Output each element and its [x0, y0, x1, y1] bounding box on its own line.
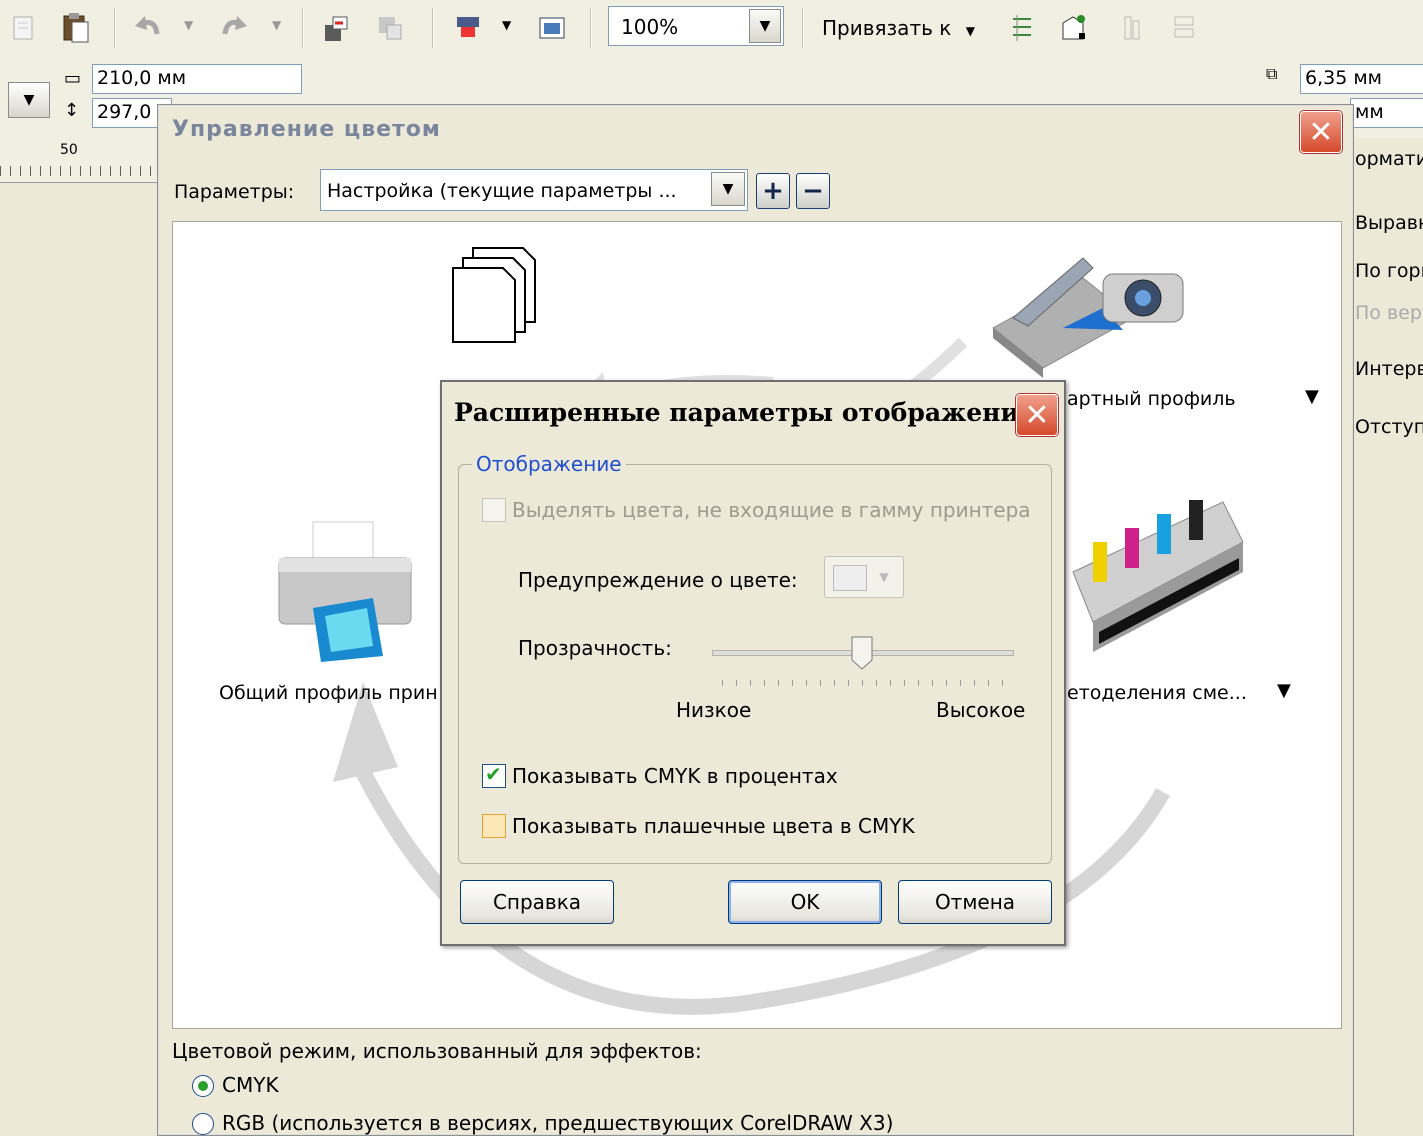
undo-icon[interactable] [130, 10, 166, 46]
snap-to-label: Привязать к [822, 16, 952, 40]
show-cmyk-percent-label: Показывать CMYK в процентах [512, 764, 838, 788]
scanner-camera-icon [992, 257, 1184, 378]
app-launcher-icon[interactable] [534, 10, 570, 46]
effects-color-mode-label: Цветовой режим, использованный для эффек… [172, 1039, 702, 1063]
paste-icon[interactable] [58, 10, 94, 46]
print-merge-icon[interactable] [450, 10, 486, 46]
snap-options-icon[interactable] [1004, 10, 1040, 46]
new-object-icon[interactable] [1056, 10, 1092, 46]
snap-to-button[interactable]: Привязать к ▼ [822, 16, 975, 40]
zoom-value: 100% [621, 15, 679, 39]
slider-ticks [722, 680, 1006, 686]
duplicate-distance-icon: ⧉ [1266, 64, 1278, 83]
display-group-box [458, 464, 1052, 864]
copy-icon[interactable] [6, 10, 42, 46]
separation-profile-label: етоделения сме... [1067, 682, 1247, 704]
duplicate-y-field[interactable]: мм [1350, 98, 1423, 128]
params-label: Параметры: [174, 181, 295, 203]
modal-title: Расширенные параметры отображения [454, 398, 1038, 427]
display-group-title: Отображение [472, 452, 626, 476]
snap-dropdown-icon: ▼ [965, 24, 975, 38]
params-select-value: Настройка (текущие параметры ... [327, 180, 677, 202]
show-cmyk-percent-checkbox[interactable] [482, 762, 506, 788]
standard-toolbar: ▼ ▼ ▼ 100% ▼ Привязать к ▼ [0, 0, 1423, 59]
duplicate-x-field[interactable]: 6,35 мм [1300, 64, 1423, 94]
paper-type-dropdown-button[interactable]: ▼ [8, 82, 50, 118]
transparency-slider-thumb[interactable] [851, 636, 873, 670]
modal-close-icon[interactable]: ✕ [1016, 394, 1058, 436]
ruler-mark: 50 [60, 142, 78, 158]
import-icon[interactable] [318, 10, 354, 46]
printer-profile-label: Общий профиль прин [219, 682, 438, 704]
separation-profile-dropdown-icon[interactable]: ▼ [1277, 680, 1291, 701]
redo-icon[interactable] [216, 10, 252, 46]
press-separation-icon [1072, 500, 1244, 652]
page-height-icon: ↕ [64, 100, 80, 121]
params-dropdown-button[interactable]: ▼ [711, 172, 745, 206]
warning-color-picker[interactable]: ▼ [824, 556, 904, 598]
page-width-icon: ▭ [64, 68, 82, 89]
docker-spacing-label[interactable]: Интерв [1355, 358, 1423, 380]
document-pages-icon [452, 247, 536, 343]
duplicate-y-value: мм [1355, 101, 1384, 123]
input-profile-label: артный профиль [1067, 388, 1236, 410]
show-spot-cmyk-label: Показывать плашечные цвета в CMYK [512, 814, 915, 838]
page-width-field[interactable]: 210,0 мм [92, 64, 302, 94]
cancel-button[interactable]: Отмена [898, 880, 1052, 924]
docker-indent-label[interactable]: Отступ [1355, 416, 1423, 438]
ok-button[interactable]: OK [728, 880, 882, 924]
params-select[interactable]: Настройка (текущие параметры ... ▼ [320, 169, 748, 211]
cmyk-radio[interactable] [192, 1075, 214, 1097]
cmyk-radio-label: CMYK [222, 1073, 279, 1097]
add-preset-button[interactable]: + [756, 173, 790, 209]
docker-panel: орматир Выравн По гори По верт Интерв От… [1350, 138, 1423, 1126]
slider-low-label: Низкое [676, 698, 752, 722]
page-height-value: 297,0 [97, 101, 152, 123]
page-width-value: 210,0 мм [97, 67, 187, 89]
undo-dropdown-icon[interactable]: ▼ [184, 18, 193, 32]
color-warning-label: Предупреждение о цвете: [518, 568, 798, 592]
export-icon[interactable] [372, 10, 408, 46]
zoom-dropdown-button[interactable]: ▼ [749, 9, 781, 43]
close-icon[interactable]: ✕ [1300, 111, 1342, 153]
docker-tab-format[interactable]: орматир [1355, 148, 1423, 170]
rgb-radio[interactable] [192, 1113, 214, 1135]
color-picker-dropdown-icon: ▼ [879, 570, 889, 584]
ruler-ticks [0, 166, 160, 176]
printer-icon [278, 521, 412, 662]
show-spot-cmyk-checkbox[interactable] [482, 814, 506, 838]
zoom-level-select[interactable]: 100% ▼ [608, 6, 784, 46]
remove-preset-button[interactable]: − [796, 173, 830, 209]
rgb-radio-label: RGB (используется в версиях, предшествую… [222, 1111, 894, 1135]
input-profile-dropdown-icon[interactable]: ▼ [1305, 386, 1319, 407]
docker-vertical-label: По верт [1355, 302, 1423, 324]
distribute-icon[interactable] [1166, 10, 1202, 46]
redo-dropdown-icon[interactable]: ▼ [272, 18, 281, 32]
align-icon[interactable] [1114, 10, 1150, 46]
gamut-warning-checkbox[interactable] [482, 498, 506, 522]
docker-horizontal-label[interactable]: По гори [1355, 260, 1423, 282]
dropdown-arrow-icon[interactable]: ▼ [502, 18, 511, 32]
transparency-label: Прозрачность: [518, 636, 672, 660]
duplicate-x-value: 6,35 мм [1305, 67, 1383, 89]
gamut-warning-label: Выделять цвета, не входящие в гамму прин… [512, 498, 1031, 522]
slider-high-label: Высокое [936, 698, 1026, 722]
dialog-title: Управление цветом [172, 117, 441, 142]
help-button[interactable]: Справка [460, 880, 614, 924]
horizontal-ruler: 50 [0, 138, 160, 183]
warning-color-swatch [833, 565, 867, 591]
advanced-display-settings-dialog: Расширенные параметры отображения ✕ Отоб… [440, 380, 1066, 946]
docker-align-label[interactable]: Выравн [1355, 212, 1423, 234]
